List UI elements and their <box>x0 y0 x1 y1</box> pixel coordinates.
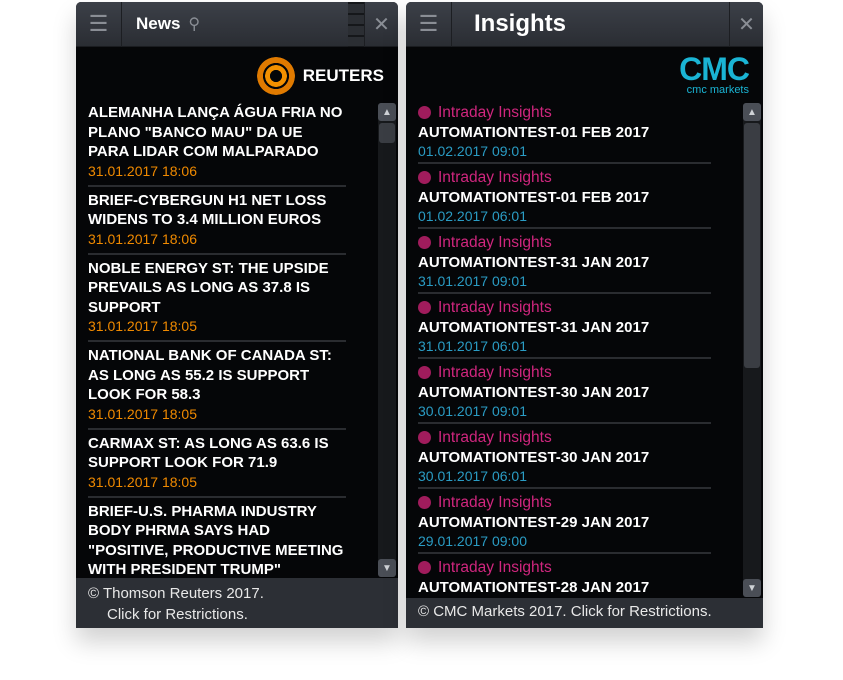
insight-date: 29.01.2017 09:00 <box>418 533 527 549</box>
provider-logo: REUTERS <box>76 47 398 97</box>
scroll-down-button[interactable]: ▼ <box>378 559 396 577</box>
panel-title: Insights <box>474 10 567 37</box>
close-icon[interactable]: ✕ <box>364 2 398 47</box>
scroll-up-button[interactable]: ▲ <box>743 103 761 121</box>
insight-item[interactable]: Intraday Insights AUTOMATIONTEST-01 FEB 2… <box>418 164 711 229</box>
insights-footer[interactable]: © CMC Markets 2017. Click for Restrictio… <box>406 598 763 628</box>
insight-category: Intraday Insights <box>438 429 552 446</box>
scroll-thumb[interactable] <box>379 123 395 143</box>
news-headline: BRIEF-U.S. PHARMA INDUSTRY BODY PHRMA SA… <box>88 502 344 578</box>
category-dot-icon <box>418 301 431 315</box>
hamburger-icon[interactable]: ☰ <box>406 2 452 47</box>
scroll-up-button[interactable]: ▲ <box>378 103 396 121</box>
hamburger-icon[interactable]: ☰ <box>76 2 122 47</box>
insight-title: AUTOMATIONTEST-01 FEB 2017 <box>418 188 650 206</box>
scrollbar[interactable]: ▲ ▼ <box>743 103 761 597</box>
category-dot-icon <box>418 366 431 380</box>
copyright-text: © Thomson Reuters 2017. <box>88 585 264 602</box>
insight-category: Intraday Insights <box>438 299 552 316</box>
insight-title: AUTOMATIONTEST-28 JAN 2017 <box>418 578 650 596</box>
news-date: 31.01.2017 18:06 <box>88 230 197 247</box>
insight-category: Intraday Insights <box>438 104 552 121</box>
news-headline: NOBLE ENERGY ST: THE UPSIDE PREVAILS AS … <box>88 259 329 316</box>
close-icon[interactable]: ✕ <box>729 2 763 47</box>
category-dot-icon <box>418 496 431 510</box>
insight-category: Intraday Insights <box>438 494 552 511</box>
news-date: 31.01.2017 18:05 <box>88 318 197 334</box>
news-headline: CARMAX ST: AS LONG AS 63.6 IS SUPPORT LO… <box>88 434 329 472</box>
insight-date: 30.01.2017 06:01 <box>418 468 527 484</box>
news-date: 31.01.2017 18:05 <box>88 473 197 490</box>
insights-list: Intraday Insights AUTOMATIONTEST-01 FEB 2… <box>406 99 741 597</box>
provider-name: REUTERS <box>302 66 384 85</box>
insight-category: Intraday Insights <box>438 559 552 576</box>
category-dot-icon <box>418 106 431 120</box>
insight-item[interactable]: Intraday Insights AUTOMATIONTEST-28 JAN 2… <box>418 554 711 597</box>
news-date: 31.01.2017 18:06 <box>88 162 197 179</box>
insight-title: AUTOMATIONTEST-31 JAN 2017 <box>418 253 650 271</box>
insight-date: 30.01.2017 09:01 <box>418 403 527 419</box>
insights-panel: ☰ Insights ✕ CMC cmc markets Intraday Ins… <box>406 2 763 628</box>
news-header: ☰ News ⚲ ✕ <box>76 2 398 47</box>
insight-item[interactable]: Intraday Insights AUTOMATIONTEST-29 JAN 2… <box>418 489 711 554</box>
category-dot-icon <box>418 171 431 185</box>
drag-handle[interactable] <box>348 2 364 47</box>
search-icon[interactable]: ⚲ <box>188 14 200 34</box>
insight-item[interactable]: Intraday Insights AUTOMATIONTEST-30 JAN 2… <box>418 359 711 424</box>
logo-small: cmc markets <box>686 84 749 96</box>
news-item[interactable]: CARMAX ST: AS LONG AS 63.6 IS SUPPORT LO… <box>88 430 346 498</box>
cmc-logo: CMC cmc markets <box>406 47 763 97</box>
insight-title: AUTOMATIONTEST-30 JAN 2017 <box>418 383 650 401</box>
news-item[interactable]: BRIEF-U.S. PHARMA INDUSTRY BODY PHRMA SA… <box>88 498 346 578</box>
insight-title: AUTOMATIONTEST-29 JAN 2017 <box>418 513 650 531</box>
category-dot-icon <box>418 236 431 250</box>
news-footer[interactable]: © Thomson Reuters 2017. Click for Restri… <box>76 578 398 628</box>
insight-category: Intraday Insights <box>438 169 552 186</box>
news-item[interactable]: BRIEF-CYBERGUN H1 NET LOSS WIDENS TO 3.4… <box>88 187 346 255</box>
insight-item[interactable]: Intraday Insights AUTOMATIONTEST-31 JAN 2… <box>418 294 711 359</box>
panel-title: News <box>136 14 181 33</box>
news-item[interactable]: ALEMANHA LANÇA ÁGUA FRIA NO PLANO "BANCO… <box>88 99 346 187</box>
scroll-down-button[interactable]: ▼ <box>743 579 761 597</box>
insight-date: 01.02.2017 06:01 <box>418 208 527 224</box>
insight-item[interactable]: Intraday Insights AUTOMATIONTEST-31 JAN 2… <box>418 229 711 294</box>
insight-title: AUTOMATIONTEST-01 FEB 2017 <box>418 123 650 141</box>
insights-header: ☰ Insights ✕ <box>406 2 763 47</box>
insight-date: 31.01.2017 09:01 <box>418 273 527 289</box>
category-dot-icon <box>418 561 431 575</box>
insight-date: 01.02.2017 09:01 <box>418 143 527 159</box>
reuters-logo-icon <box>256 57 295 95</box>
insight-item[interactable]: Intraday Insights AUTOMATIONTEST-30 JAN 2… <box>418 424 711 489</box>
category-dot-icon <box>418 431 431 445</box>
insight-title: AUTOMATIONTEST-30 JAN 2017 <box>418 448 650 466</box>
insight-item[interactable]: Intraday Insights AUTOMATIONTEST-01 FEB 2… <box>418 99 711 164</box>
news-date: 31.01.2017 18:05 <box>88 405 197 422</box>
news-item[interactable]: NATIONAL BANK OF CANADA ST: AS LONG AS 5… <box>88 342 346 430</box>
scroll-thumb[interactable] <box>744 123 760 368</box>
news-item[interactable]: NOBLE ENERGY ST: THE UPSIDE PREVAILS AS … <box>88 255 346 342</box>
news-headline: ALEMANHA LANÇA ÁGUA FRIA NO PLANO "BANCO… <box>88 104 343 160</box>
news-headline: NATIONAL BANK OF CANADA ST: AS LONG AS 5… <box>88 347 332 403</box>
scrollbar[interactable]: ▲ ▼ <box>378 103 396 577</box>
news-panel: ☰ News ⚲ ✕ REUTERS ALEMANHA LANÇA ÁGUA F… <box>76 2 398 628</box>
insight-date: 31.01.2017 06:01 <box>418 338 527 354</box>
insight-category: Intraday Insights <box>438 364 552 381</box>
insight-title: AUTOMATIONTEST-31 JAN 2017 <box>418 318 650 336</box>
news-headline: BRIEF-CYBERGUN H1 NET LOSS WIDENS TO 3.4… <box>88 191 327 229</box>
restrictions-link[interactable]: Click for Restrictions. <box>88 604 398 625</box>
logo-big: CMC <box>679 51 750 87</box>
insight-category: Intraday Insights <box>438 234 552 251</box>
news-list: ALEMANHA LANÇA ÁGUA FRIA NO PLANO "BANCO… <box>76 99 376 577</box>
